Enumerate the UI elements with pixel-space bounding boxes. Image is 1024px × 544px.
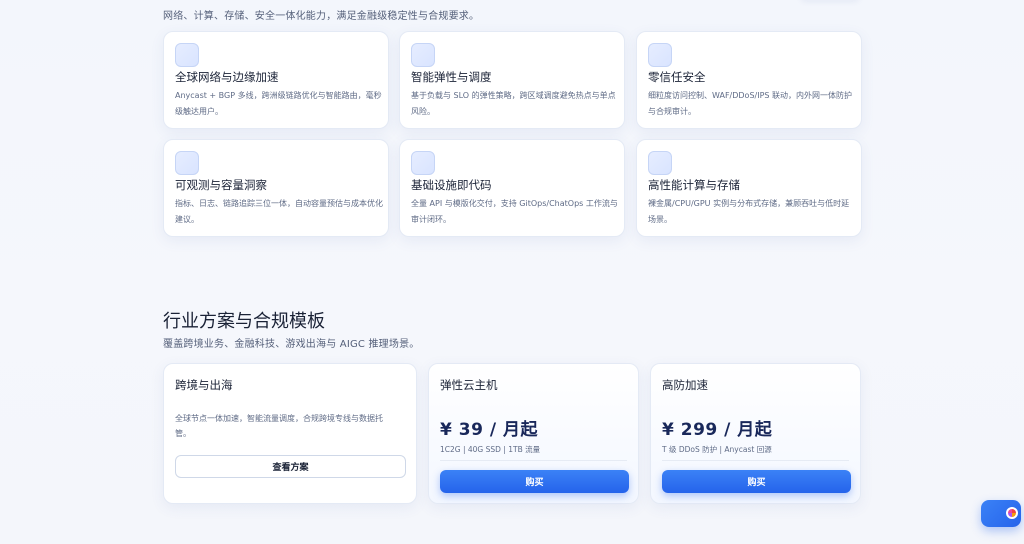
feature-card-elastic[interactable]: 智能弹性与调度 基于负载与 SLO 的弹性策略，跨区域调度避免热点与单点风险。 xyxy=(399,31,625,129)
feature-card-desc: Anycast + BGP 多线，跨洲级链路优化与智能路由，毫秒级触达用户。 xyxy=(175,91,382,116)
server-icon xyxy=(648,151,672,175)
feature-card-title: 零信任安全 xyxy=(648,70,706,84)
scale-icon xyxy=(411,43,435,67)
feature-card-desc: 指标、日志、链路追踪三位一体，自动容量预估与成本优化建议。 xyxy=(175,199,383,224)
feature-card-iac[interactable]: 基础设施即代码 全量 API 与模版化交付，支持 GitOps/ChatOps … xyxy=(399,139,625,237)
feature-card-title: 可观测与容量洞察 xyxy=(175,178,267,192)
feature-card-observability[interactable]: 可观测与容量洞察 指标、日志、链路追踪三位一体，自动容量预估与成本优化建议。 xyxy=(163,139,389,237)
feature-card-network[interactable]: 全球网络与边缘加速 Anycast + BGP 多线，跨洲级链路优化与智能路由，… xyxy=(163,31,389,129)
shield-icon xyxy=(648,43,672,67)
feature-card-desc: 全量 API 与模版化交付，支持 GitOps/ChatOps 工作流与审计闭环… xyxy=(411,199,618,224)
feature-card-desc: 基于负载与 SLO 的弹性策略，跨区域调度避免热点与单点风险。 xyxy=(411,91,616,116)
solutions-title: 行业方案与合规模板 xyxy=(163,311,325,332)
plan-spec: T 级 DDoS 防护 | Anycast 回源 xyxy=(662,445,772,454)
code-icon xyxy=(411,151,435,175)
plan-card-ddos: 高防加速 ¥ 299 / 月起 T 级 DDoS 防护 | Anycast 回源… xyxy=(650,363,861,504)
plan-price: ¥ 39 / 月起 xyxy=(440,420,538,440)
feature-card-title: 全球网络与边缘加速 xyxy=(175,70,279,84)
chart-icon xyxy=(175,151,199,175)
feature-card-hpc[interactable]: 高性能计算与存储 裸金属/CPU/GPU 实例与分布式存储，兼顾吞吐与低时延场景… xyxy=(636,139,862,237)
buy-button[interactable]: 购买 xyxy=(440,470,629,493)
industry-card-desc: 全球节点一体加速，智能流量调度，合规跨境专线与数据托管。 xyxy=(175,414,383,438)
feature-card-desc: 细粒度访问控制、WAF/DDoS/IPS 联动，内外网一体防护与合规审计。 xyxy=(648,91,853,116)
feature-card-title: 智能弹性与调度 xyxy=(411,70,492,84)
chat-assistant-icon xyxy=(1006,507,1018,519)
solutions-subtitle: 覆盖跨境业务、金融科技、游戏出海与 AIGC 推理场景。 xyxy=(163,339,420,350)
divider xyxy=(440,460,627,461)
plan-title: 高防加速 xyxy=(662,378,708,392)
buy-button[interactable]: 购买 xyxy=(662,470,851,493)
feature-card-zero-trust[interactable]: 零信任安全 细粒度访问控制、WAF/DDoS/IPS 联动，内外网一体防护与合规… xyxy=(636,31,862,129)
plan-spec: 1C2G | 40G SSD | 1TB 流量 xyxy=(440,445,541,454)
plan-card-cloud-server: 弹性云主机 ¥ 39 / 月起 1C2G | 40G SSD | 1TB 流量 … xyxy=(428,363,639,504)
globe-icon xyxy=(175,43,199,67)
features-subtitle: 网络、计算、存储、安全一体化能力，满足金融级稳定性与合规要求。 xyxy=(163,11,480,22)
divider xyxy=(662,460,849,461)
plan-price: ¥ 299 / 月起 xyxy=(662,420,773,440)
assistant-button[interactable] xyxy=(981,500,1021,527)
plan-title: 弹性云主机 xyxy=(440,378,498,392)
feature-card-title: 高性能计算与存储 xyxy=(648,178,740,192)
industry-card-cross-border: 跨境与出海 全球节点一体加速，智能流量调度，合规跨境专线与数据托管。 查看方案 xyxy=(163,363,417,504)
feature-card-desc: 裸金属/CPU/GPU 实例与分布式存储，兼顾吞吐与低时延场景。 xyxy=(648,199,850,224)
industry-card-title: 跨境与出海 xyxy=(175,378,233,392)
page: 网络、计算、存储、安全一体化能力，满足金融级稳定性与合规要求。 全球网络与边缘加… xyxy=(0,0,1024,544)
feature-card-title: 基础设施即代码 xyxy=(411,178,492,192)
view-solution-button[interactable]: 查看方案 xyxy=(175,455,406,478)
